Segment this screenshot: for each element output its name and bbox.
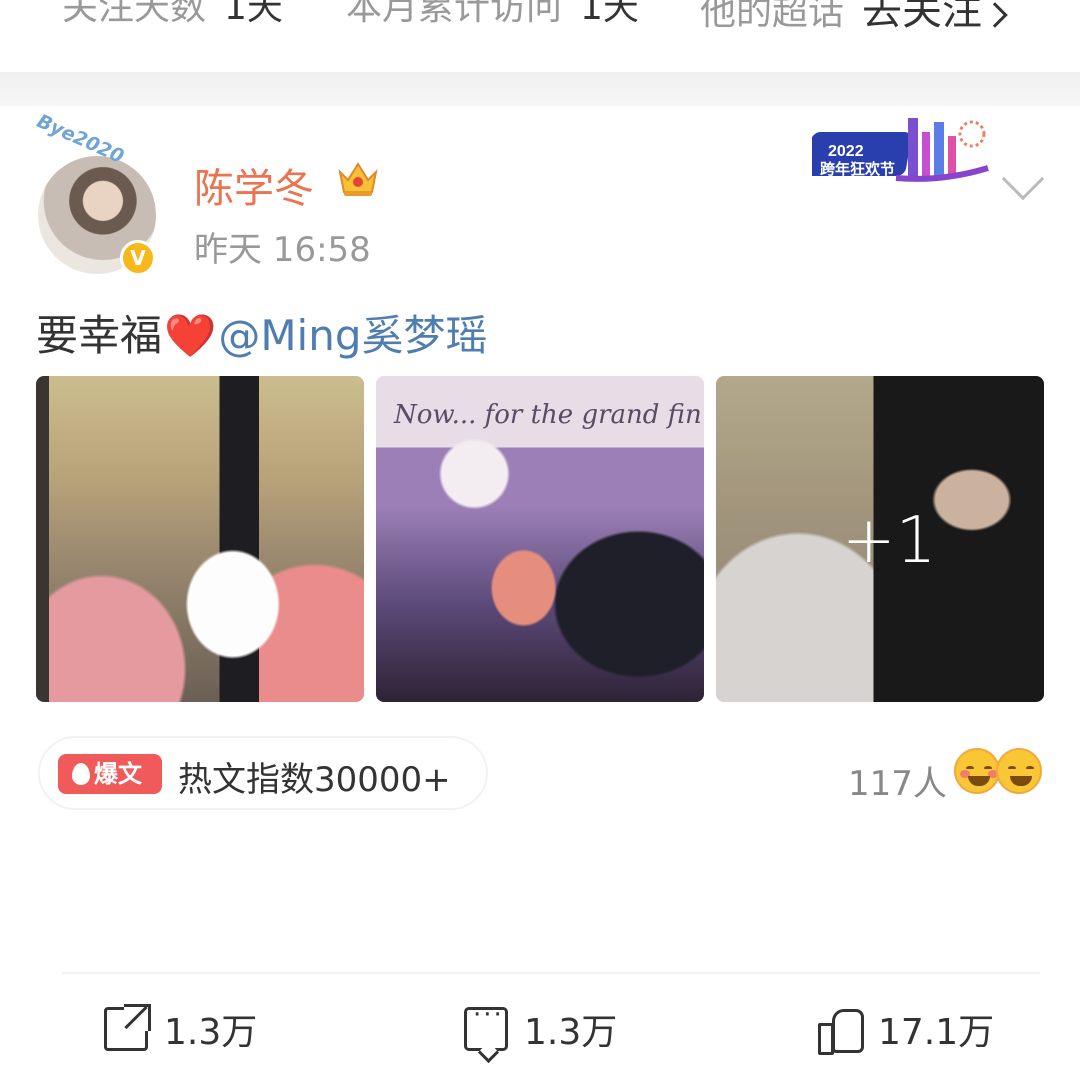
reaction-count[interactable]: 117人 [848,756,947,805]
hot-post-tag[interactable]: 爆文 热文指数30000+ [38,736,488,810]
post-time: 昨天 16:58 [194,230,371,270]
author-avatar[interactable]: Bye2020 V [34,110,156,276]
action-divider [62,972,1040,974]
new-year-event-badge[interactable]: 2022 跨年狂欢节 [812,112,990,190]
like-icon [818,1007,864,1055]
comment-icon [464,1000,508,1051]
stat-monthly-visits: 本月累计访问 1天 [346,0,639,28]
crown-icon [338,162,378,196]
stat-super-topic[interactable]: 他的超话 去关注 [700,0,1008,36]
author-name[interactable]: 陈学冬 [194,156,314,214]
profile-stats-bar: 关注天数 1天 本月累计访问 1天 他的超话 去关注 [0,0,1080,72]
verified-badge-icon: V [120,240,156,276]
mention-link[interactable]: @Ming奚梦瑶 [218,311,487,360]
grin-emoji-icon[interactable] [996,748,1042,794]
post-image-2[interactable]: Now... for the grand fin [376,376,704,702]
like-button[interactable]: 17.1万 [818,1006,994,1055]
svg-text:2022: 2022 [828,143,864,160]
post-menu-chevron-down-icon[interactable] [1001,157,1045,201]
hot-index-text: 热文指数30000+ [178,760,451,800]
comment-button[interactable]: 1.3万 [464,1000,617,1053]
fire-icon [72,763,90,785]
post-card[interactable]: Bye2020 V 陈学冬 昨天 16:58 2022 跨年狂欢节 要幸福❤️@… [0,106,1080,1076]
stat-follow-days: 关注天数 1天 [62,0,283,28]
blush-emoji-icon[interactable] [954,748,1000,794]
share-button[interactable]: 1.3万 [104,1004,257,1053]
share-icon [104,1004,151,1051]
hot-tag-badge: 爆文 [58,754,162,794]
post-image-1[interactable] [36,376,364,702]
more-images-overlay: +1 [842,504,937,578]
svg-text:跨年狂欢节: 跨年狂欢节 [820,160,895,178]
post-image-3[interactable]: +1 [716,376,1044,702]
heart-emoji-icon: ❤️ [164,311,217,360]
post-text: 要幸福❤️@Ming奚梦瑶 [36,311,488,360]
image-backdrop-text: Now... for the grand fin [394,400,702,430]
chevron-right-icon [982,2,1008,28]
section-separator [0,72,1080,106]
